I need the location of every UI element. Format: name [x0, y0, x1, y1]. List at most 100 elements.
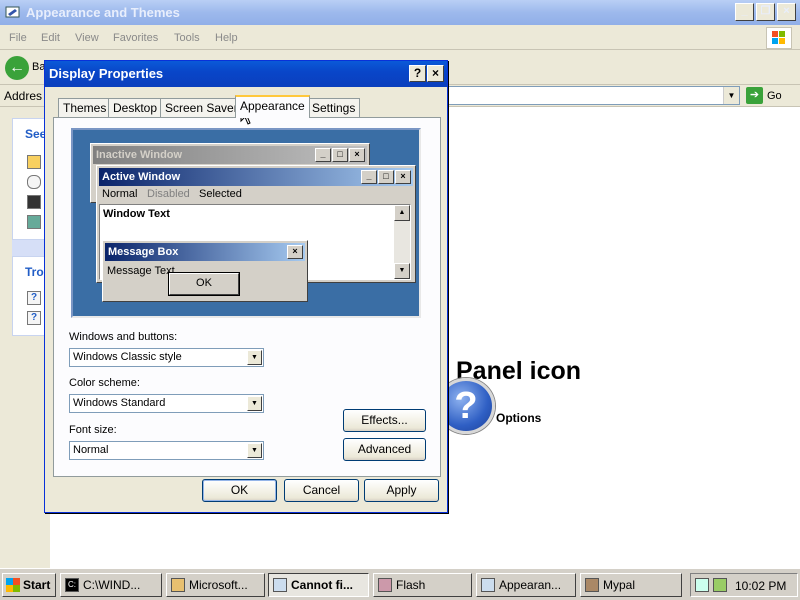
minimize-icon: _	[315, 148, 331, 162]
taskbar-item-console[interactable]: C: C:\WIND...	[60, 573, 162, 597]
effects-button[interactable]: Effects...	[343, 409, 426, 432]
active-window-title: Active Window	[102, 171, 181, 183]
chevron-down-icon[interactable]: ▼	[247, 350, 262, 365]
close-button[interactable]: ×	[427, 65, 444, 82]
close-icon: ×	[287, 245, 303, 259]
restore-button[interactable]: ❐	[756, 3, 775, 21]
font-size-value: Normal	[73, 444, 109, 456]
high-contrast-icon[interactable]	[27, 195, 41, 209]
tab-themes[interactable]: Themes	[58, 98, 112, 117]
taskbar-item-label: C:\WIND...	[83, 578, 141, 592]
appearance-preview: Inactive Window _ □ × Active Window _ □ …	[71, 128, 421, 318]
clock[interactable]: 10:02 PM	[735, 579, 786, 593]
network-icon[interactable]	[695, 578, 709, 592]
appearance-tab-page: Inactive Window _ □ × Active Window _ □ …	[53, 117, 441, 477]
chevron-down-icon[interactable]: ▼	[247, 396, 262, 411]
menu-bar: File Edit View Favorites Tools Help	[0, 26, 800, 50]
mouse-pointer-icon[interactable]	[27, 175, 41, 189]
preview-message-box: Message Box × Message Text OK	[102, 240, 308, 302]
go-button[interactable]: ➔ Go	[746, 87, 782, 104]
windows-flag-icon	[6, 578, 20, 592]
close-button[interactable]: ×	[777, 3, 796, 21]
taskbar-item-label: Appearan...	[499, 578, 562, 592]
go-arrow-icon: ➔	[746, 87, 763, 104]
tab-settings[interactable]: Settings	[307, 98, 361, 117]
taskbar-item-appearance[interactable]: Appearan...	[476, 573, 576, 597]
font-size-select[interactable]: Normal ▼	[69, 441, 264, 460]
msi-icon	[171, 578, 185, 592]
minimize-icon: _	[361, 170, 377, 184]
preview-menu-normal: Normal	[102, 188, 138, 200]
color-scheme-select[interactable]: Windows Standard ▼	[69, 394, 264, 413]
flash-icon	[378, 578, 392, 592]
taskbar-item-flash[interactable]: Flash	[373, 573, 472, 597]
preview-menu-disabled: Disabled	[147, 188, 190, 200]
color-scheme-label: Color scheme:	[69, 377, 140, 389]
preview-window-text: Window Text	[103, 208, 170, 220]
message-box-titlebar: Message Box ×	[105, 243, 305, 261]
chevron-down-icon[interactable]: ▼	[723, 87, 739, 104]
maximize-icon: □	[332, 148, 348, 162]
mypal-icon	[585, 578, 599, 592]
explorer-title: Appearance and Themes	[26, 5, 180, 20]
user-picture-icon[interactable]	[27, 215, 41, 229]
help-icon[interactable]: ?	[27, 291, 41, 305]
menu-file[interactable]: File	[9, 32, 27, 44]
help-button[interactable]: ?	[409, 65, 426, 82]
taskbar-item-label: Mypal	[603, 578, 636, 592]
active-titlebar: Active Window _ □ ×	[99, 168, 413, 186]
back-arrow-icon[interactable]: ←	[5, 56, 29, 80]
menu-tools[interactable]: Tools	[174, 32, 200, 44]
start-button[interactable]: Start	[2, 573, 56, 597]
volume-icon[interactable]	[713, 578, 727, 592]
menu-help[interactable]: Help	[215, 32, 238, 44]
color-scheme-value: Windows Standard	[73, 397, 166, 409]
options-label: Options	[496, 411, 542, 425]
taskbar-item-cannot-find[interactable]: Cannot fi...	[268, 573, 369, 597]
inactive-window-title: Inactive Window	[96, 149, 183, 161]
taskbar: Start C: C:\WIND... Microsoft... Cannot …	[0, 568, 800, 600]
scroll-down-icon: ▼	[394, 263, 410, 279]
tab-appearance[interactable]: Appearance	[235, 95, 310, 118]
close-icon: ×	[395, 170, 411, 184]
system-tray: 10:02 PM	[690, 573, 798, 597]
inactive-titlebar: Inactive Window _ □ ×	[93, 146, 367, 164]
fonts-folder-icon[interactable]	[27, 155, 41, 169]
explorer-icon	[481, 578, 495, 592]
chevron-down-icon[interactable]: ▼	[247, 443, 262, 458]
explorer-icon	[273, 578, 287, 592]
taskbar-item-mypal[interactable]: Mypal	[580, 573, 682, 597]
menu-favorites[interactable]: Favorites	[113, 32, 158, 44]
tab-desktop[interactable]: Desktop	[108, 98, 163, 117]
scroll-up-icon: ▲	[394, 205, 410, 221]
windows-logo-icon	[766, 27, 792, 49]
maximize-icon: □	[378, 170, 394, 184]
menu-view[interactable]: View	[75, 32, 99, 44]
message-box-title: Message Box	[108, 246, 179, 258]
minimize-button[interactable]: _	[735, 3, 754, 21]
dialog-titlebar[interactable]: Display Properties ? ×	[45, 61, 447, 87]
cancel-button[interactable]: Cancel	[284, 479, 359, 502]
apply-button[interactable]: Apply	[364, 479, 439, 502]
taskbar-item-label: Cannot fi...	[291, 578, 353, 592]
address-label: Addres	[4, 89, 43, 103]
menu-edit[interactable]: Edit	[41, 32, 60, 44]
windows-buttons-select[interactable]: Windows Classic style ▼	[69, 348, 264, 367]
taskbar-item-label: Microsoft...	[189, 578, 248, 592]
address-field[interactable]: ▼	[440, 86, 740, 105]
close-icon: ×	[349, 148, 365, 162]
explorer-titlebar: Appearance and Themes _ ❐ ×	[0, 0, 800, 25]
preview-menu-selected: Selected	[199, 188, 242, 200]
taskbar-item-microsoft[interactable]: Microsoft...	[166, 573, 265, 597]
go-label: Go	[767, 89, 782, 102]
advanced-button[interactable]: Advanced	[343, 438, 426, 461]
font-size-label: Font size:	[69, 424, 117, 436]
message-box-text: Message Text	[107, 265, 175, 277]
windows-buttons-label: Windows and buttons:	[69, 331, 178, 343]
console-icon: C:	[65, 578, 79, 592]
ok-button[interactable]: OK	[202, 479, 277, 502]
troubleshooters-heading: Tro	[25, 265, 44, 279]
preview-scrollbar: ▲ ▼	[394, 205, 410, 279]
tab-screen-saver[interactable]: Screen Saver	[160, 98, 243, 117]
help-icon[interactable]: ?	[27, 311, 41, 325]
